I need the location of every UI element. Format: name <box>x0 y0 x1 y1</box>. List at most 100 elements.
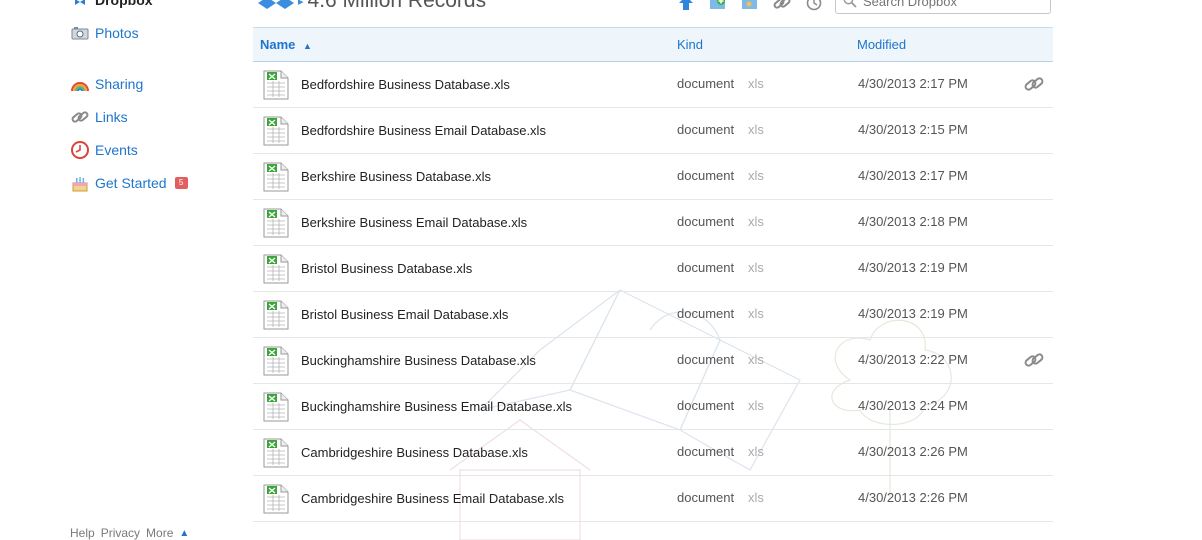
table-row[interactable]: Berkshire Business Database.xls document x… <box>253 154 1053 200</box>
file-modified: 4/30/2013 2:17 PM <box>858 168 968 183</box>
spreadsheet-file-icon <box>263 484 289 517</box>
file-modified: 4/30/2013 2:26 PM <box>858 490 968 505</box>
more-link[interactable]: More <box>146 526 173 540</box>
new-folder-button[interactable] <box>708 0 728 12</box>
file-modified: 4/30/2013 2:18 PM <box>858 214 968 229</box>
file-modified: 4/30/2013 2:26 PM <box>858 444 968 459</box>
table-row[interactable]: Buckinghamshire Business Database.xls doc… <box>253 338 1053 384</box>
file-kind: document <box>677 352 735 367</box>
column-header-modified[interactable]: Modified <box>857 37 906 52</box>
file-extension: xls <box>748 214 764 229</box>
table-header: Name ▲ Kind Modified <box>253 27 1053 62</box>
sidebar-item-sharing[interactable]: Sharing <box>70 74 143 94</box>
file-name[interactable]: Bedfordshire Business Email Database.xls <box>301 123 546 138</box>
sidebar-item-label: Get Started <box>95 175 167 191</box>
sort-by-name-button[interactable]: Name ▲ <box>260 37 312 52</box>
file-extension: xls <box>748 490 764 505</box>
file-kind: document <box>677 306 735 321</box>
table-row[interactable]: Bristol Business Email Database.xls docum… <box>253 292 1053 338</box>
file-name[interactable]: Buckinghamshire Business Database.xls <box>301 353 536 368</box>
link-icon <box>70 108 90 126</box>
file-modified: 4/30/2013 2:22 PM <box>858 352 968 367</box>
file-extension: xls <box>748 260 764 275</box>
table-row[interactable]: Cambridgeshire Business Database.xls docu… <box>253 430 1053 476</box>
sidebar-item-get-started[interactable]: Get Started 5 <box>70 173 188 193</box>
file-kind: document <box>677 168 735 183</box>
file-name[interactable]: Berkshire Business Database.xls <box>301 169 491 184</box>
events-history-button[interactable] <box>804 0 824 12</box>
sidebar-item-label: Dropbox <box>95 0 153 8</box>
table-body: Bedfordshire Business Database.xls docume… <box>253 62 1053 522</box>
sort-ascending-icon: ▲ <box>303 41 312 51</box>
table-row[interactable]: Bedfordshire Business Database.xls docume… <box>253 62 1053 108</box>
file-name[interactable]: Cambridgeshire Business Database.xls <box>301 445 528 460</box>
sidebar-item-dropbox[interactable]: Dropbox <box>70 0 153 10</box>
sidebar-item-label: Sharing <box>95 76 144 92</box>
sidebar-item-links[interactable]: Links <box>70 107 128 127</box>
sidebar-item-label: Photos <box>95 25 139 41</box>
file-extension: xls <box>748 168 764 183</box>
sidebar: Dropbox Photos Sharing Links Events Get … <box>70 0 240 540</box>
rainbow-icon <box>70 75 90 93</box>
file-kind: document <box>677 260 735 275</box>
file-extension: xls <box>748 352 764 367</box>
file-name[interactable]: Bedfordshire Business Database.xls <box>301 77 510 92</box>
table-row[interactable]: Berkshire Business Email Database.xls doc… <box>253 200 1053 246</box>
file-name[interactable]: Bristol Business Email Database.xls <box>301 307 508 322</box>
sidebar-item-label: Events <box>95 142 138 158</box>
spreadsheet-file-icon <box>263 208 289 241</box>
chevron-right-icon: ▸ <box>298 0 304 8</box>
spreadsheet-file-icon <box>263 254 289 287</box>
file-modified: 4/30/2013 2:15 PM <box>858 122 968 137</box>
file-kind: document <box>677 214 735 229</box>
table-row[interactable]: Buckinghamshire Business Email Database.… <box>253 384 1053 430</box>
spreadsheet-file-icon <box>263 392 289 425</box>
file-modified: 4/30/2013 2:19 PM <box>858 260 968 275</box>
table-row[interactable]: Bedfordshire Business Email Database.xls… <box>253 108 1053 154</box>
file-extension: xls <box>748 444 764 459</box>
file-name[interactable]: Berkshire Business Email Database.xls <box>301 215 527 230</box>
column-header-kind[interactable]: Kind <box>677 37 703 52</box>
column-header-name: Name <box>260 37 296 52</box>
search-box[interactable] <box>835 0 1051 14</box>
spreadsheet-file-icon <box>263 300 289 333</box>
page-title: 4.6 Million Records <box>307 0 487 12</box>
help-link[interactable]: Help <box>70 526 95 540</box>
file-kind: document <box>677 76 735 91</box>
search-input[interactable] <box>861 0 1045 10</box>
clock-icon <box>70 141 90 159</box>
file-kind: document <box>677 122 735 137</box>
privacy-link[interactable]: Privacy <box>101 526 140 540</box>
sidebar-item-label: Links <box>95 109 128 125</box>
camera-icon <box>70 24 90 42</box>
share-link-button[interactable] <box>772 0 792 12</box>
spreadsheet-file-icon <box>263 116 289 149</box>
file-extension: xls <box>748 122 764 137</box>
file-extension: xls <box>748 306 764 321</box>
file-list: Name ▲ Kind Modified Bedfordshire Busine… <box>253 27 1053 522</box>
notification-badge: 5 <box>174 177 188 189</box>
file-name[interactable]: Bristol Business Database.xls <box>301 261 472 276</box>
spreadsheet-file-icon <box>263 346 289 379</box>
sidebar-item-events[interactable]: Events <box>70 140 138 160</box>
search-icon <box>843 0 857 8</box>
sidebar-item-photos[interactable]: Photos <box>70 23 139 43</box>
file-modified: 4/30/2013 2:24 PM <box>858 398 968 413</box>
share-folder-button[interactable] <box>740 0 760 12</box>
table-row[interactable]: Bristol Business Database.xls document xls… <box>253 246 1053 292</box>
shared-link-icon[interactable] <box>1024 75 1044 96</box>
file-kind: document <box>677 444 735 459</box>
caret-up-icon[interactable]: ▲ <box>179 528 189 539</box>
file-name[interactable]: Buckinghamshire Business Email Database.… <box>301 399 572 414</box>
breadcrumb: ▸ 4.6 Million Records <box>258 0 486 16</box>
file-name[interactable]: Cambridgeshire Business Email Database.x… <box>301 491 564 506</box>
file-modified: 4/30/2013 2:19 PM <box>858 306 968 321</box>
upload-button[interactable] <box>676 0 696 12</box>
dropbox-home-icon[interactable] <box>258 0 294 18</box>
table-row[interactable]: Cambridgeshire Business Email Database.x… <box>253 476 1053 522</box>
dropbox-icon <box>70 0 90 9</box>
spreadsheet-file-icon <box>263 70 289 103</box>
toolbar <box>676 0 824 12</box>
file-extension: xls <box>748 398 764 413</box>
shared-link-icon[interactable] <box>1024 351 1044 372</box>
